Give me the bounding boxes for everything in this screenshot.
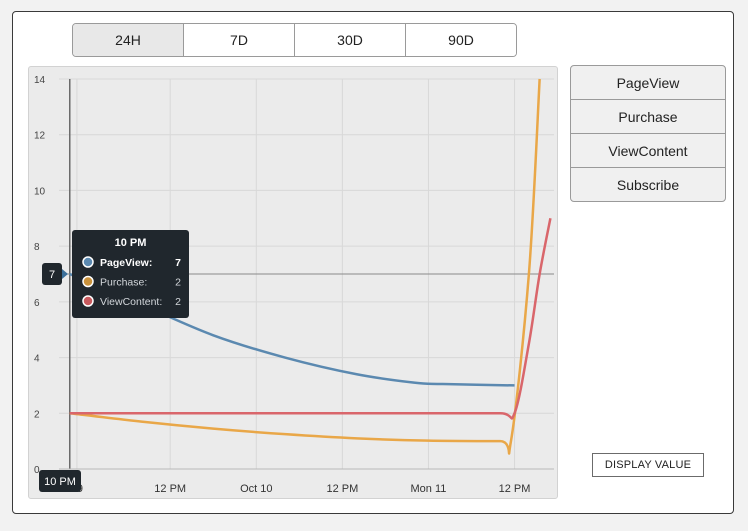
- crosshair-y-label: 7: [49, 269, 55, 281]
- tooltip-series-value: 2: [175, 296, 181, 308]
- tooltip-series-name: PageView:: [100, 257, 152, 269]
- x-tick-label: 12 PM: [154, 483, 186, 495]
- y-tick-label: 2: [34, 409, 40, 420]
- y-tick-label: 8: [34, 242, 40, 253]
- line-chart: 024681012140912 PMOct 1012 PMMon 1112 PM…: [34, 75, 554, 495]
- event-button-purchase[interactable]: Purchase: [571, 99, 725, 133]
- event-button-subscribe[interactable]: Subscribe: [571, 167, 725, 201]
- tooltip-title: 10 PM: [115, 237, 147, 249]
- crosshair-x-label: 10 PM: [44, 476, 76, 488]
- tooltip-series-value: 7: [175, 257, 181, 269]
- event-filter-list: PageView Purchase ViewContent Subscribe: [570, 65, 726, 202]
- event-button-pageview[interactable]: PageView: [571, 66, 725, 99]
- chart-area: 024681012140912 PMOct 1012 PMMon 1112 PM…: [28, 66, 558, 499]
- range-tab-30d[interactable]: 30D: [294, 24, 405, 56]
- x-tick-label: Mon 11: [411, 483, 447, 495]
- range-tab-7d[interactable]: 7D: [183, 24, 294, 56]
- tooltip-swatch: [82, 275, 94, 288]
- range-tab-90d[interactable]: 90D: [405, 24, 516, 56]
- tooltip-series-name: ViewContent:: [100, 296, 162, 308]
- range-tab-24h[interactable]: 24H: [73, 24, 183, 56]
- tooltip-swatch: [82, 256, 94, 268]
- y-tick-label: 6: [34, 298, 40, 309]
- event-button-viewcontent[interactable]: ViewContent: [571, 133, 725, 167]
- y-tick-label: 12: [34, 131, 46, 142]
- tooltip-series-name: Purchase:: [100, 277, 147, 289]
- tooltip-swatch: [82, 295, 94, 307]
- x-tick-label: Oct 10: [240, 483, 272, 495]
- y-tick-label: 10: [34, 186, 46, 197]
- y-tick-label: 14: [34, 75, 46, 86]
- x-tick-label: 12 PM: [499, 483, 531, 495]
- display-value-button[interactable]: DISPLAY VALUE: [592, 453, 704, 477]
- tooltip-series-value: 2: [175, 277, 181, 289]
- time-range-selector: 24H 7D 30D 90D: [72, 23, 517, 57]
- y-tick-label: 4: [34, 354, 40, 365]
- x-tick-label: 12 PM: [326, 483, 358, 495]
- crosshair-y-pointer: [62, 269, 68, 279]
